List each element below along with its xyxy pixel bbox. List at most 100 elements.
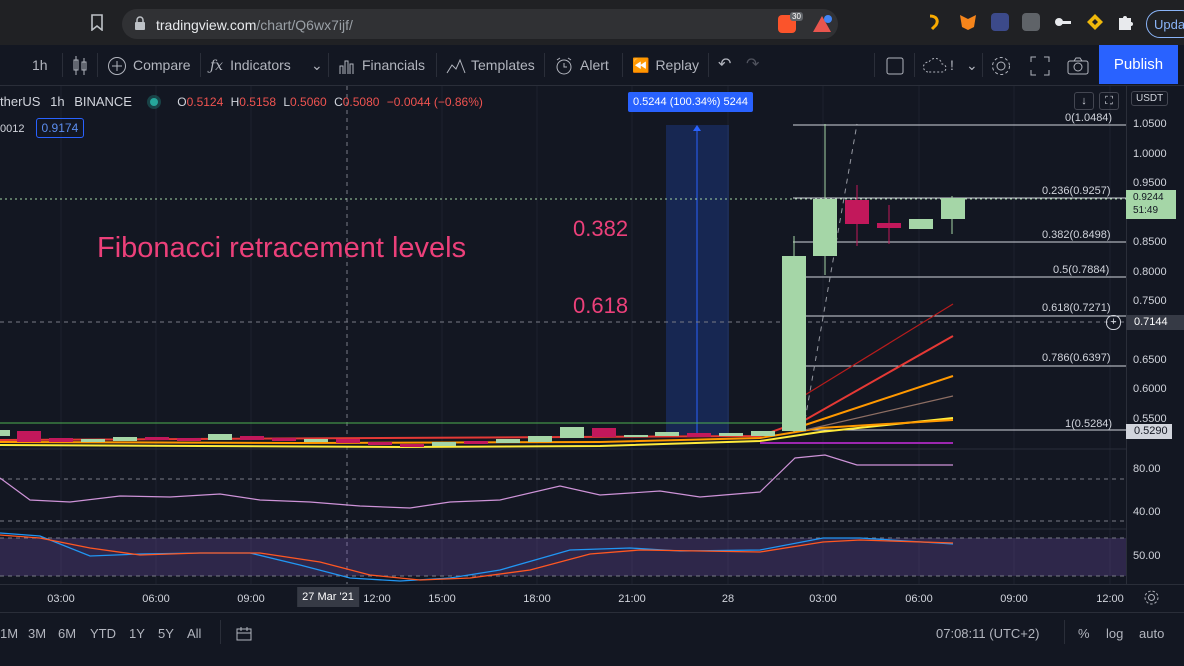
price-tick: 0.6000 (1133, 383, 1167, 395)
price-tick: 0.7500 (1133, 295, 1167, 307)
compare-label: Compare (133, 57, 191, 73)
fx-icon: ƒ𝑥 (210, 58, 224, 74)
legend-exchange: BINANCE (74, 94, 132, 109)
replay-label: Replay (655, 57, 700, 73)
fib-levels[interactable] (793, 124, 1126, 431)
settings-gear-icon[interactable] (990, 45, 1012, 85)
crosshair-add-icon[interactable]: + (1106, 315, 1121, 330)
price-tick: 0.8000 (1133, 266, 1167, 278)
annotation-382[interactable]: 0.382 (573, 216, 628, 242)
price-tick: 0.9500 (1133, 177, 1167, 189)
binance-icon[interactable] (1086, 13, 1104, 31)
templates-button[interactable]: Templates (446, 45, 535, 85)
cloud-save-icon[interactable] (922, 45, 950, 85)
divider (1064, 620, 1065, 644)
brave-badge: 30 (790, 12, 803, 21)
redo-icon[interactable]: ↷ (746, 45, 759, 85)
axis-settings-gear-icon[interactable] (1143, 589, 1160, 611)
financials-button[interactable]: Financials (338, 45, 425, 85)
fib-label-5: 0.5(0.7884) (1053, 264, 1110, 276)
replay-icon: ⏪ (632, 57, 650, 73)
range-ytd[interactable]: YTD (90, 626, 116, 641)
replay-button[interactable]: ⏪ Replay (632, 45, 699, 85)
publish-button[interactable]: Publish (1099, 45, 1178, 84)
address-bar[interactable]: tradingview.com/chart/Q6wx7ijf/ 30 (122, 9, 838, 39)
rsi-band (0, 479, 1126, 521)
save-dropdown-chevron-icon[interactable]: ⌄ (966, 45, 978, 85)
scroll-down-icon[interactable]: ↓ (1074, 92, 1094, 110)
compare-button[interactable]: Compare (107, 45, 191, 85)
time-tick: 12:00 (1096, 593, 1124, 605)
metamask-icon[interactable] (959, 13, 977, 31)
auto-toggle[interactable]: auto (1139, 626, 1164, 641)
indicator-value-box: 0.9174 (35, 118, 85, 138)
range-3m[interactable]: 3M (28, 626, 46, 641)
range-5y[interactable]: 5Y (158, 626, 174, 641)
clock-timezone[interactable]: 07:08:11 (UTC+2) (936, 626, 1039, 641)
price-tick: 0.8500 (1133, 236, 1167, 248)
time-tick: 03:00 (809, 593, 837, 605)
fib-label-0: 0(1.0484) (1065, 112, 1113, 124)
divider (544, 53, 545, 77)
percent-toggle[interactable]: % (1078, 626, 1090, 641)
candles[interactable] (0, 124, 965, 447)
indicators-button[interactable]: ƒ𝑥 Indicators (210, 45, 291, 85)
ohlc-values: O0.5124 H0.5158 L0.5060 C0.5080 −0.0044 … (177, 95, 483, 109)
price-tick: 1.0000 (1133, 148, 1167, 160)
time-tick: 21:00 (618, 593, 646, 605)
rsi-tick: 80.00 (1133, 463, 1161, 475)
extension-box-icon[interactable] (1022, 13, 1040, 31)
divider (874, 53, 875, 77)
divider (982, 53, 983, 77)
chart-canvas[interactable] (0, 86, 1126, 584)
fullscreen-icon[interactable] (1030, 45, 1050, 85)
range-1m[interactable]: 1M (0, 626, 18, 641)
market-status-dot-icon (149, 98, 158, 106)
ma-line-red (0, 335, 954, 441)
stoch-band (0, 538, 1126, 576)
time-tick: 15:00 (428, 593, 456, 605)
indicators-dropdown-chevron-icon[interactable]: ⌄ (311, 45, 323, 85)
candles-icon[interactable] (72, 45, 88, 85)
measure-label: 0.5244 (100.34%) 5244 (628, 92, 753, 112)
symbol-name[interactable]: therUS (0, 94, 40, 109)
undo-icon[interactable]: ↶ (718, 45, 731, 85)
current-price-value: 0.9244 (1133, 192, 1164, 203)
extension-blue-icon[interactable] (991, 13, 1009, 31)
log-toggle[interactable]: log (1106, 626, 1123, 641)
camera-icon[interactable] (1067, 45, 1089, 85)
alert-button[interactable]: Alert (554, 45, 609, 85)
fib-label-236: 0.236(0.9257) (1042, 185, 1111, 197)
chart-legend: therUS 1h BINANCE O0.5124 H0.5158 L0.506… (0, 94, 483, 109)
range-all[interactable]: All (187, 626, 201, 641)
url-text: tradingview.com/chart/Q6wx7ijf/ (156, 17, 353, 33)
time-tick: 06:00 (142, 593, 170, 605)
divider (708, 53, 709, 77)
extension-key-icon[interactable] (1054, 13, 1072, 31)
divider (914, 53, 915, 77)
layout-square-icon[interactable] (886, 45, 904, 85)
price-tick: 1.0500 (1133, 118, 1167, 130)
time-tick: 09:00 (1000, 593, 1028, 605)
maximize-pane-icon[interactable]: ⛶ (1099, 92, 1119, 110)
interval-button[interactable]: 1h (32, 45, 48, 85)
time-tick: 18:00 (523, 593, 551, 605)
date-range-icon[interactable] (236, 626, 254, 645)
update-button[interactable]: Update (1146, 10, 1184, 38)
currency-label[interactable]: USDT (1131, 91, 1169, 106)
current-price-tag: 0.9244 51:49 (1126, 190, 1176, 219)
range-6m[interactable]: 6M (58, 626, 76, 641)
divider (328, 53, 329, 77)
financials-label: Financials (362, 57, 426, 73)
last-price-marker: 0.5290 (1126, 424, 1172, 439)
alert-label: Alert (580, 57, 609, 73)
extension-yellow-icon[interactable] (925, 13, 943, 31)
brave-rewards-icon[interactable] (812, 15, 832, 38)
range-1y[interactable]: 1Y (129, 626, 145, 641)
annotation-title[interactable]: Fibonacci retracement levels (97, 232, 466, 265)
extensions-puzzle-icon[interactable] (1116, 13, 1134, 31)
annotation-618[interactable]: 0.618 (573, 293, 628, 319)
time-tick: 03:00 (47, 593, 75, 605)
bookmark-icon[interactable] (90, 14, 106, 32)
time-tick: 28 (721, 593, 735, 605)
